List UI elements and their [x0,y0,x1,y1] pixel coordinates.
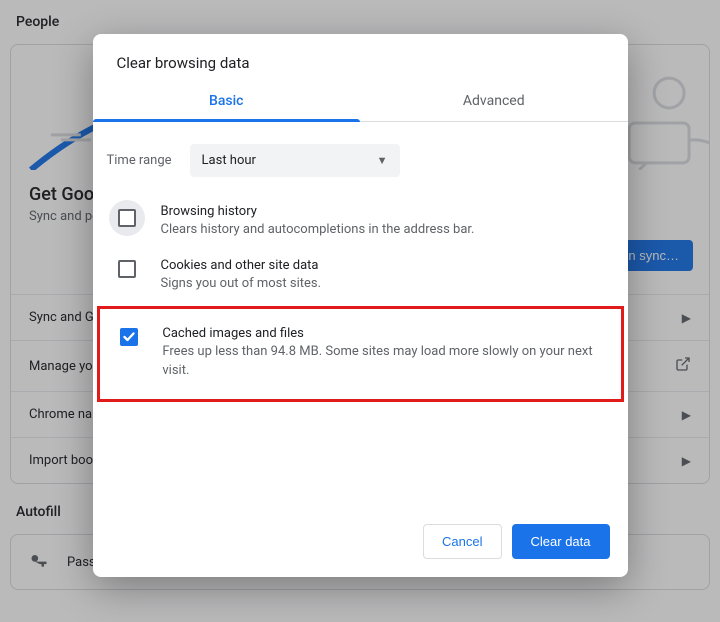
time-range-select[interactable]: Last hour ▼ [190,144,400,177]
checkbox-cached-files[interactable] [120,328,138,346]
option-cookies[interactable]: Cookies and other site data Signs you ou… [103,249,618,303]
chevron-down-icon: ▼ [377,154,388,167]
modal-overlay: Clear browsing data Basic Advanced Time … [0,0,720,622]
clear-browsing-data-dialog: Clear browsing data Basic Advanced Time … [93,34,628,577]
checkbox-halo [109,200,145,236]
time-range-row: Time range Last hour ▼ [103,138,618,195]
tab-advanced[interactable]: Advanced [360,82,628,121]
option-subtitle: Signs you out of most sites. [161,275,322,294]
option-title: Browsing history [161,204,475,219]
tab-basic[interactable]: Basic [93,82,361,121]
cancel-button[interactable]: Cancel [423,524,501,559]
option-subtitle: Frees up less than 94.8 MB. Some sites m… [162,343,608,381]
clear-data-button[interactable]: Clear data [512,524,610,559]
dialog-body: Time range Last hour ▼ Browsing history … [93,122,628,422]
dialog-actions: Cancel Clear data [93,512,628,577]
checkbox-cookies[interactable] [118,260,136,278]
dialog-title: Clear browsing data [93,34,628,82]
option-cached-files[interactable]: Cached images and files Frees up less th… [106,317,615,390]
option-title: Cached images and files [162,326,608,341]
option-subtitle: Clears history and autocompletions in th… [161,221,475,240]
time-range-label: Time range [107,153,172,168]
time-range-value: Last hour [202,153,256,168]
checkbox-browsing-history[interactable] [118,209,136,227]
option-title: Cookies and other site data [161,258,322,273]
highlight-annotation: Cached images and files Frees up less th… [97,306,624,403]
dialog-tabs: Basic Advanced [93,82,628,122]
option-browsing-history[interactable]: Browsing history Clears history and auto… [103,195,618,249]
